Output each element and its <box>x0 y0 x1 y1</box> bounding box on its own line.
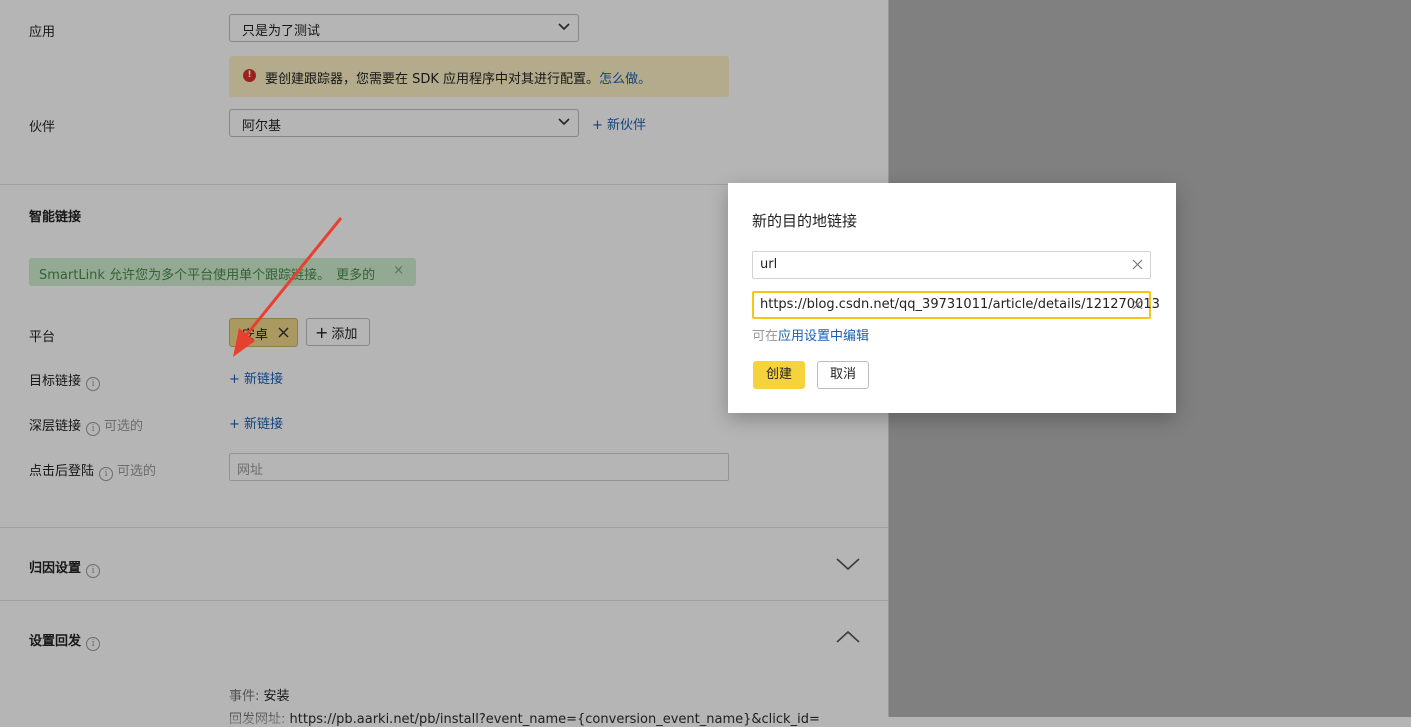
create-button[interactable]: 创建 <box>753 361 805 389</box>
dialog-title: 新的目的地链接 <box>752 212 858 230</box>
cancel-button[interactable]: 取消 <box>817 361 869 389</box>
clear-icon[interactable] <box>1132 299 1143 310</box>
new-destination-link-dialog: 新的目的地链接 url https://blog.csdn.net/qq_397… <box>728 183 1176 413</box>
hint-prefix: 可在 <box>752 329 779 344</box>
link-url-input[interactable]: https://blog.csdn.net/qq_39731011/articl… <box>752 291 1160 319</box>
link-name-input[interactable]: url <box>752 251 1151 279</box>
clear-icon[interactable] <box>1132 259 1143 270</box>
modal-backdrop[interactable] <box>0 0 1411 717</box>
link-url-value: https://blog.csdn.net/qq_39731011/articl… <box>760 297 1160 312</box>
link-name-value: url <box>760 257 778 272</box>
app-settings-link[interactable]: 应用设置中编辑 <box>778 329 869 344</box>
